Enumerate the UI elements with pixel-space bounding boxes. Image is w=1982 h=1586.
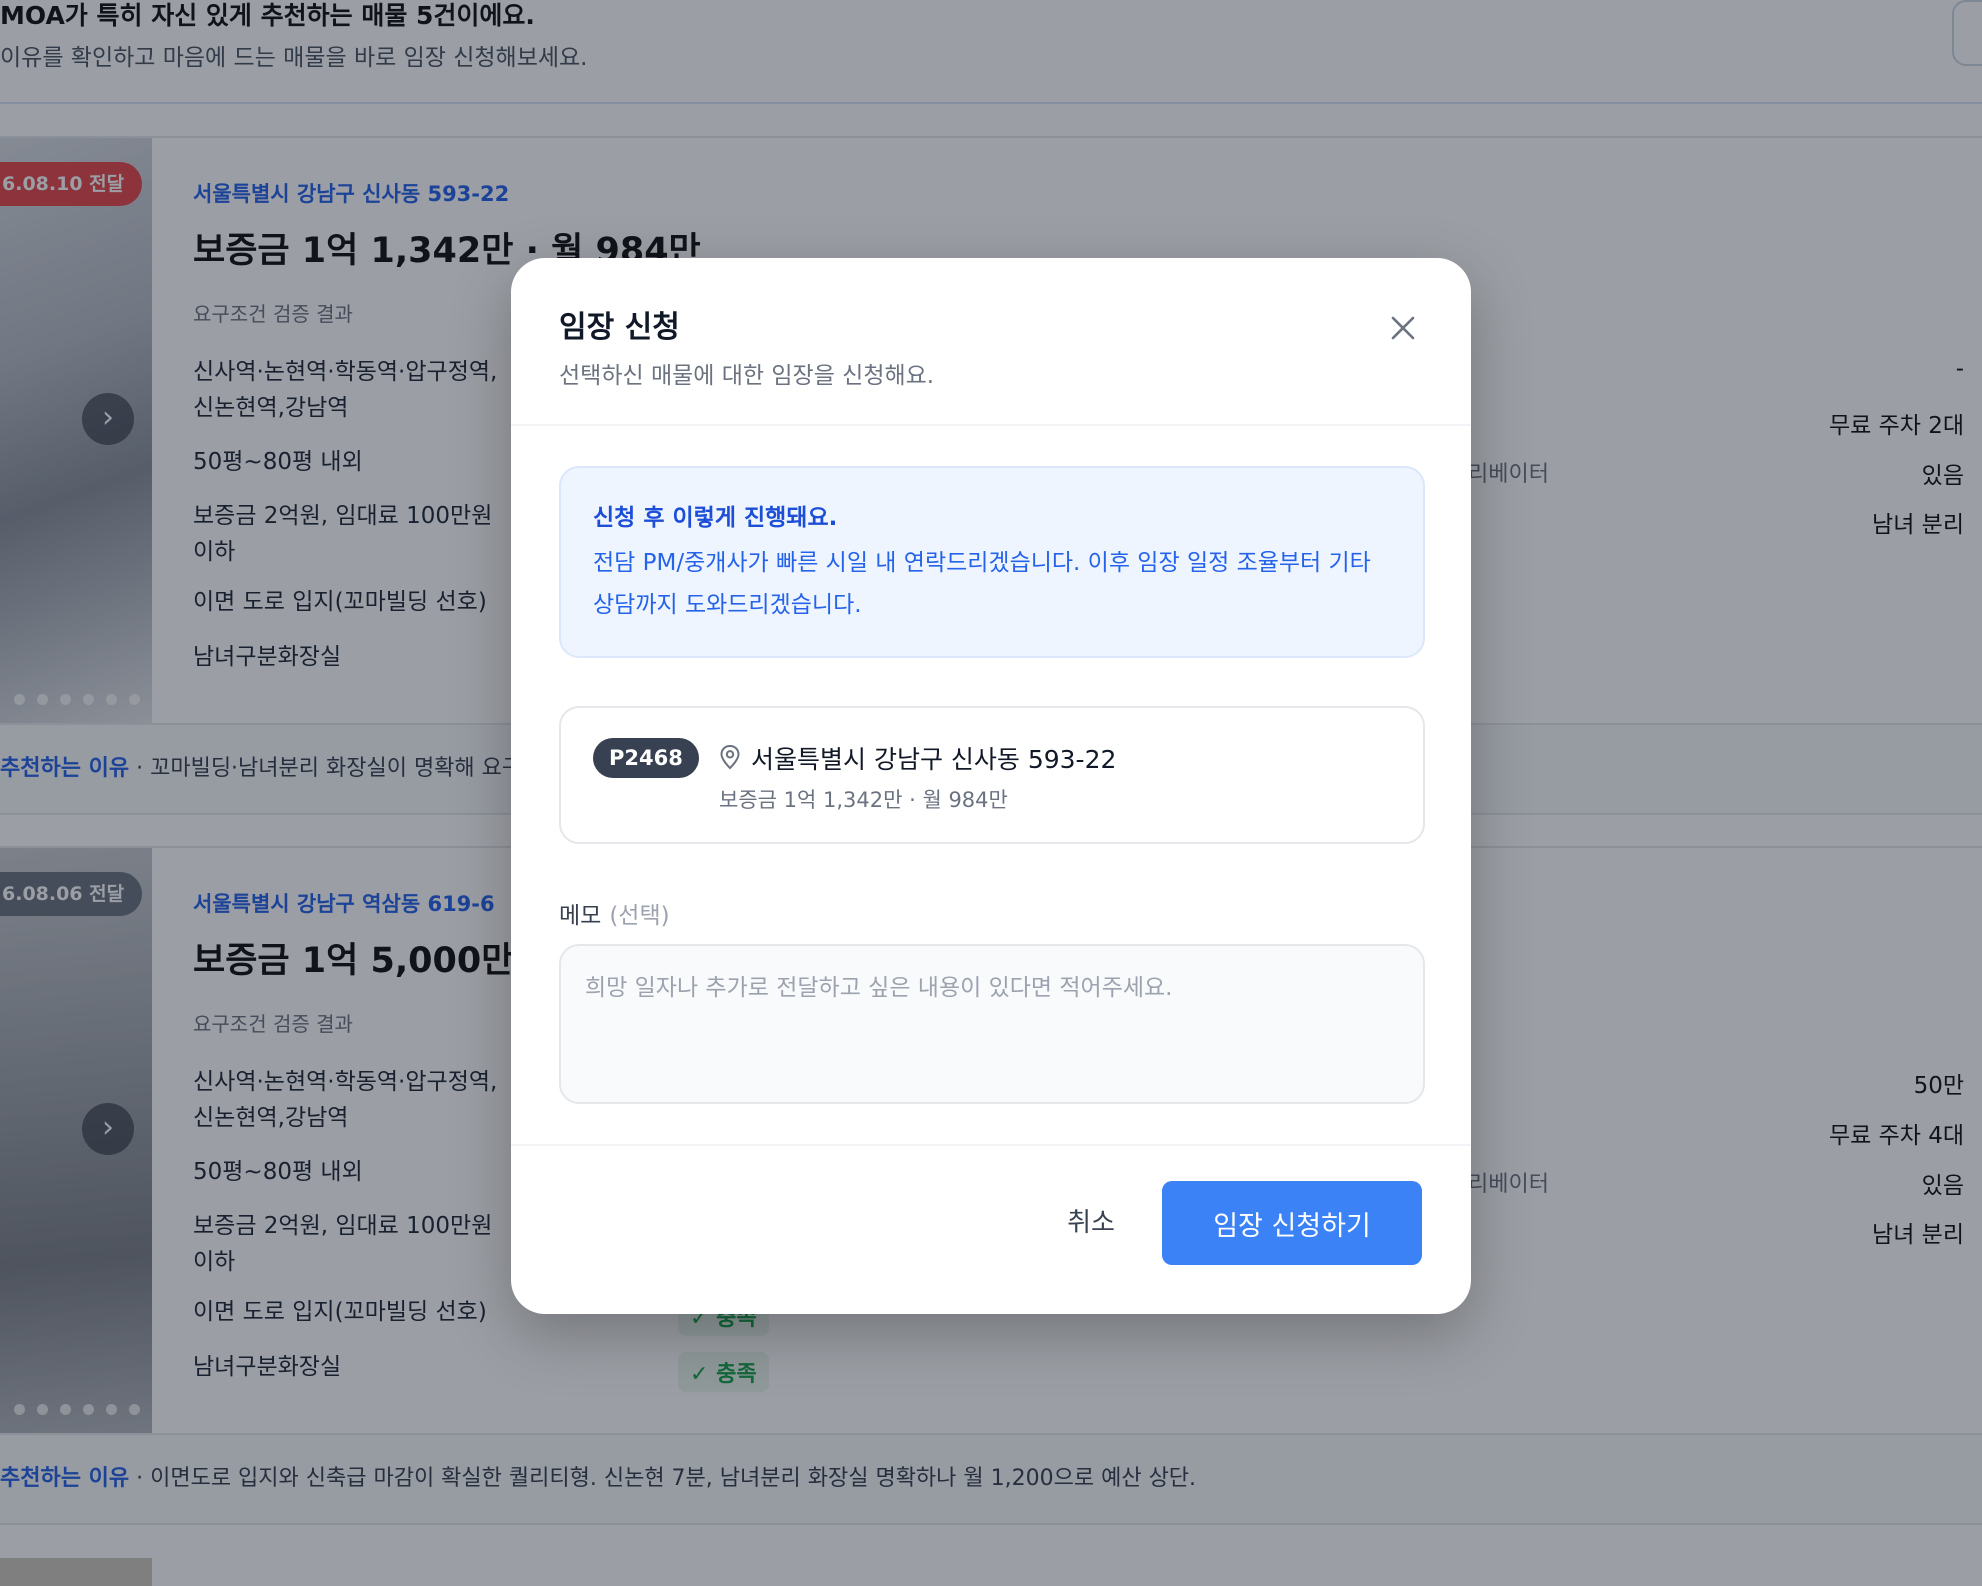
selected-property-summary: P2468 서울특별시 강남구 신사동 593-22 보증금 1억 1,342만… [559, 706, 1425, 844]
property-summary-price: 보증금 1억 1,342만 · 월 984만 [719, 788, 1008, 812]
map-pin-icon [720, 744, 740, 770]
property-summary-address: 서울특별시 강남구 신사동 593-22 [751, 745, 1117, 774]
divider [511, 424, 1471, 426]
cancel-button[interactable]: 취소 [1011, 1178, 1171, 1262]
modal-title: 임장 신청 [559, 310, 680, 345]
info-description: 전담 PM/중개사가 빠른 시일 내 연락드리겠습니다. 이후 임장 일정 조율… [593, 550, 1371, 618]
memo-input[interactable] [559, 944, 1425, 1104]
info-title: 신청 후 이렇게 진행돼요. [593, 505, 838, 531]
close-icon [1391, 316, 1415, 340]
submit-tour-request-button[interactable]: 임장 신청하기 [1162, 1181, 1422, 1265]
memo-optional-hint: (선택) [609, 903, 670, 929]
divider [511, 1144, 1471, 1146]
close-button[interactable] [1381, 306, 1425, 350]
tour-request-modal: 임장 신청 선택하신 매물에 대한 임장을 신청해요. 신청 후 이렇게 진행돼… [511, 258, 1471, 1314]
property-code-badge: P2468 [593, 738, 699, 778]
modal-subtitle: 선택하신 매물에 대한 임장을 신청해요. [559, 363, 935, 389]
process-info-box: 신청 후 이렇게 진행돼요. 전담 PM/중개사가 빠른 시일 내 연락드리겠습… [559, 466, 1425, 658]
memo-label: 메모 (선택) [559, 903, 670, 929]
